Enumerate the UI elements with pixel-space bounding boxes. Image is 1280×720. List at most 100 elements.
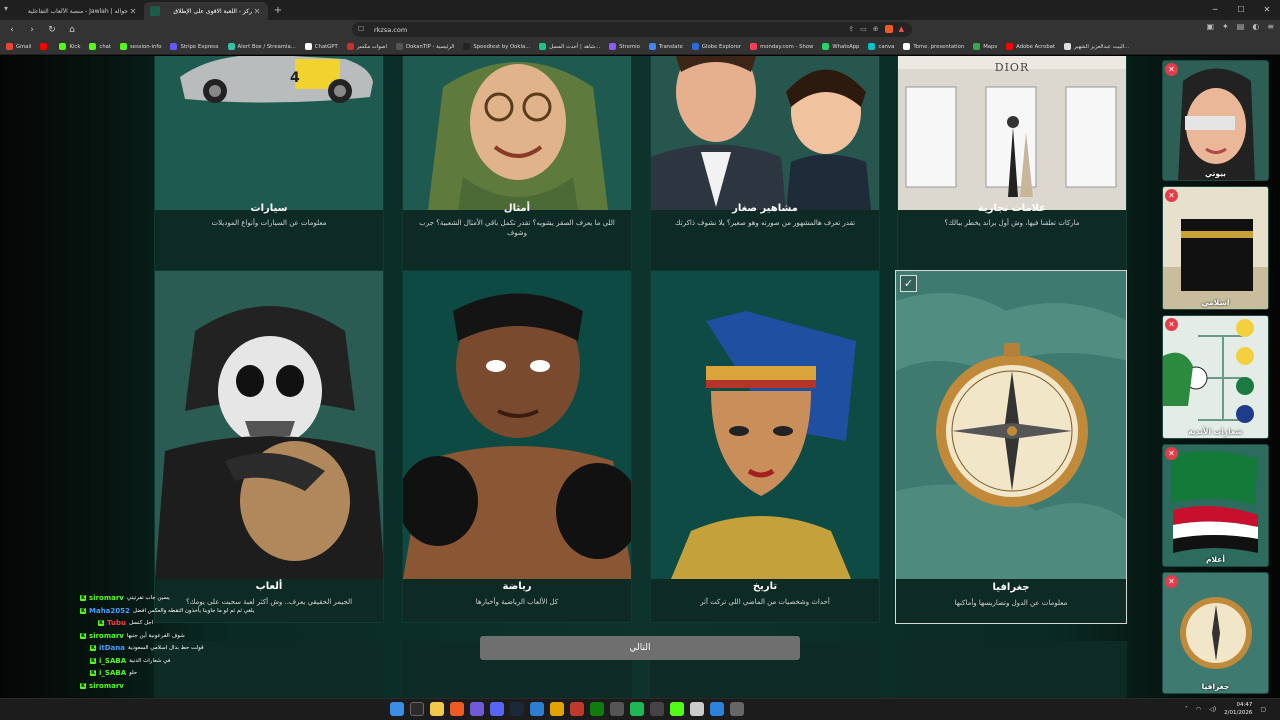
bookmark-item[interactable]: DokanTIP - الرئيسية [395, 43, 454, 50]
category-desc: كل الألعاب الرياضية وأخبارها [475, 598, 559, 606]
bookmark-item[interactable]: session-info [120, 43, 161, 50]
bookmark-item[interactable]: WhatsApp [822, 43, 859, 50]
remove-icon[interactable]: ✕ [1165, 318, 1178, 331]
app-icon[interactable] [690, 702, 704, 716]
minimize-icon[interactable]: ─ [1202, 0, 1228, 20]
profile-icon[interactable]: ◐ [1252, 22, 1259, 31]
bookmark-item[interactable]: canva [868, 43, 894, 50]
brave-shield-icon[interactable] [884, 25, 893, 33]
selected-category-geography[interactable]: ✕ جغرافيا [1162, 572, 1269, 694]
kick-badge-icon: K [98, 620, 104, 627]
sports-image [403, 271, 631, 579]
bookmark-item[interactable]: monday.com - Show [750, 43, 813, 50]
category-card-history[interactable]: تاريخ أحداث وشخصيات من الماضي اللي تركت … [650, 270, 880, 623]
spotify-icon[interactable] [630, 702, 644, 716]
bookmark-item[interactable]: Globe Explorer [691, 43, 741, 50]
windows-taskbar: ˄ ◠ ◁) 04:47 2/01/2026 ▢ [0, 698, 1280, 720]
back-icon[interactable]: ‹ [4, 22, 20, 38]
bookmark-icon[interactable]: ☐ [358, 25, 364, 33]
remove-icon[interactable]: ✕ [1165, 63, 1178, 76]
settings-icon[interactable] [730, 702, 744, 716]
chat-username: itDana [99, 644, 125, 653]
rewards-icon[interactable]: ▲ [899, 25, 904, 33]
bookmark-item[interactable]: شاهد | أحدث المسل... [539, 43, 600, 50]
category-card-sports[interactable]: رياضة كل الألعاب الرياضية وأخبارها [402, 270, 632, 623]
app-icon[interactable] [470, 702, 484, 716]
bookmark-item[interactable]: Adobe Acrobat [1006, 43, 1055, 50]
bookmark-item[interactable]: Translate [648, 43, 683, 50]
category-card-geography[interactable]: ✓ جغرافيا معلومات عن الدول وتضاريسها وأم… [895, 270, 1127, 624]
app-icon[interactable] [650, 702, 664, 716]
kick-icon[interactable] [670, 702, 684, 716]
tab-jawlah[interactable]: جواله | Jawlah - منصة الألعاب التفاعلية … [20, 2, 144, 20]
svg-text:4: 4 [290, 70, 300, 86]
bookmark-favicon-icon [170, 43, 178, 50]
clock[interactable]: 04:47 2/01/2026 [1224, 701, 1252, 717]
share-icon[interactable]: ⇪ [848, 25, 854, 33]
bookmark-item[interactable] [40, 43, 50, 50]
zoom-icon[interactable]: ⊕ [873, 25, 879, 33]
remove-icon[interactable]: ✕ [1165, 189, 1178, 202]
bookmark-item[interactable]: Stremio [609, 43, 640, 50]
close-icon[interactable]: ✕ [252, 7, 262, 16]
url-text: rkzsa.com [374, 25, 408, 34]
close-icon[interactable]: ✕ [128, 7, 138, 16]
bookmark-item[interactable]: chat [89, 43, 111, 50]
app-icon[interactable] [610, 702, 624, 716]
search-icon[interactable] [410, 702, 424, 716]
app-icon[interactable] [530, 702, 544, 716]
bookmark-item[interactable]: Kick [59, 43, 80, 50]
app-icon[interactable] [550, 702, 564, 716]
bookmark-item[interactable]: ChatGPT [304, 43, 338, 50]
cast-icon[interactable]: ▭ [860, 25, 867, 33]
address-bar[interactable]: ☐ rkzsa.com ⇪ ▭ ⊕ ▲ [352, 22, 912, 37]
selected-category-club-logos[interactable]: ✕ شعارات الأندية [1162, 315, 1269, 439]
maximize-icon[interactable]: ☐ [1228, 0, 1254, 20]
bookmark-label: canva [878, 43, 895, 50]
close-window-icon[interactable]: ✕ [1254, 0, 1280, 20]
new-tab-icon[interactable]: + [270, 3, 286, 19]
xbox-icon[interactable] [590, 702, 604, 716]
steam-icon[interactable] [510, 702, 524, 716]
tab-rkz[interactable]: ركز - اللعبة الاقوى على الإطلاق ✕ [144, 2, 268, 20]
app-icon[interactable] [570, 702, 584, 716]
sidebar-toggle-icon[interactable]: ▣ [1206, 22, 1214, 31]
home-icon[interactable]: ⌂ [64, 22, 80, 38]
bookmark-label: WhatsApp [832, 43, 860, 50]
forward-icon[interactable]: › [24, 22, 40, 38]
selected-category-islamic[interactable]: ✕ اسلامي [1162, 186, 1269, 310]
remove-icon[interactable]: ✕ [1165, 575, 1178, 588]
extensions-icon[interactable]: ✦ [1222, 22, 1229, 31]
bookmark-item[interactable]: Tome. presentation [903, 43, 964, 50]
bookmark-item[interactable]: Maps [973, 43, 997, 50]
tray-chevron-icon[interactable]: ˄ [1185, 706, 1188, 713]
discord-icon[interactable] [490, 702, 504, 716]
start-icon[interactable] [390, 702, 404, 716]
next-button[interactable]: التالي [480, 636, 800, 660]
bookmark-item[interactable]: Gmail [6, 43, 31, 50]
app-icon[interactable] [710, 702, 724, 716]
tab-search-icon[interactable]: ▾ [4, 4, 16, 16]
bookmark-label: Alert Box / Streamla... [237, 43, 296, 50]
category-card-games[interactable]: ألعاب الجيمر الحقيقي يعرف.. وش أكثر لعبة… [154, 270, 384, 623]
selected-category-beauty[interactable]: ✕ بيوتي [1162, 60, 1269, 181]
menu-icon[interactable]: ≡ [1267, 22, 1274, 31]
file-explorer-icon[interactable] [430, 702, 444, 716]
bookmark-item[interactable]: Speedtest by Ookla... [463, 43, 530, 50]
selected-category-flags[interactable]: ✕ أعلام [1162, 444, 1269, 567]
category-title: رياضة [502, 581, 532, 592]
bookmark-item[interactable]: Stripe Express [170, 43, 219, 50]
bookmark-item[interactable]: البيت عبدالعزيز الشهير... [1064, 43, 1129, 50]
volume-icon[interactable]: ◁) [1209, 706, 1216, 713]
tab-title: ركز - اللعبة الاقوى على الإطلاق [173, 7, 252, 15]
reload-icon[interactable]: ↻ [44, 22, 60, 38]
wifi-icon[interactable]: ◠ [1196, 706, 1201, 713]
wallet-icon[interactable]: ▤ [1237, 22, 1245, 31]
notification-icon[interactable]: ▢ [1260, 706, 1266, 713]
remove-icon[interactable]: ✕ [1165, 447, 1178, 460]
bookmark-item[interactable]: Alert Box / Streamla... [227, 43, 296, 50]
brave-browser-icon[interactable] [450, 702, 464, 716]
category-desc: اللي ما يعرف الصقر يشويه؟ تقدر تكمل باقي… [419, 219, 615, 237]
bookmark-favicon-icon [40, 43, 48, 50]
bookmark-item[interactable]: اصوات مكسر [346, 43, 387, 50]
